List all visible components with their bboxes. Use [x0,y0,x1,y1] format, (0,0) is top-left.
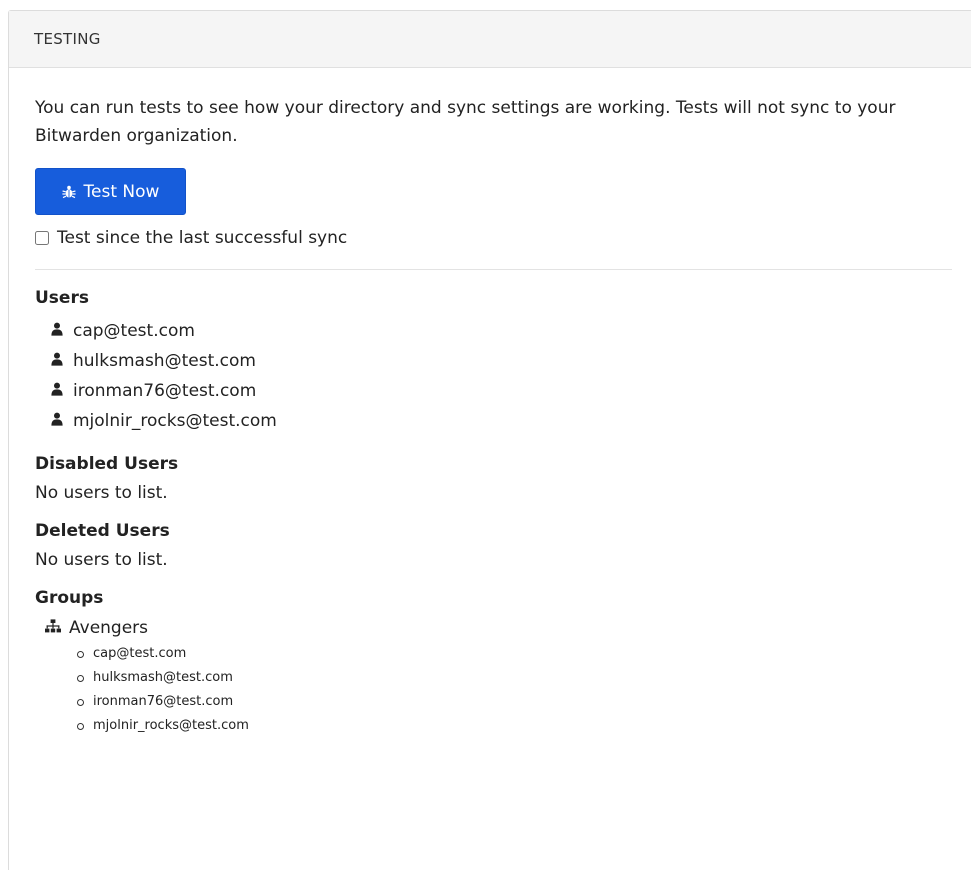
user-email: ironman76@test.com [73,381,257,401]
user-email: hulksmash@test.com [73,351,256,371]
sitemap-icon [45,618,61,638]
groups-section: Groups Avengers cap@test.com hulksmash@t… [35,588,952,738]
user-icon [51,346,63,376]
test-now-button[interactable]: Test Now [35,168,186,215]
group-member-item: hulksmash@test.com [77,666,952,690]
circle-bullet-icon [77,674,84,682]
deleted-users-section: Deleted Users No users to list. [35,521,952,570]
testing-panel: TESTING You can run tests to see how you… [8,10,971,870]
panel-title: TESTING [34,30,101,48]
users-heading: Users [35,288,89,308]
group-member-email: hulksmash@test.com [93,670,233,685]
groups-heading: Groups [35,588,104,608]
user-list-item: ironman76@test.com [51,376,952,406]
group-member-email: mjolnir_rocks@test.com [93,718,249,733]
group-member-email: ironman76@test.com [93,694,234,709]
panel-header: TESTING [9,11,971,68]
test-now-label: Test Now [83,181,160,202]
group-member-item: cap@test.com [77,642,952,666]
group-item: Avengers [45,618,952,638]
user-email: cap@test.com [73,321,195,341]
group-member-item: mjolnir_rocks@test.com [77,714,952,738]
circle-bullet-icon [77,698,84,706]
deleted-users-heading: Deleted Users [35,521,170,541]
user-icon [51,316,63,346]
group-members-list: cap@test.com hulksmash@test.com ironman7… [35,642,952,738]
deleted-users-empty: No users to list. [35,550,168,570]
user-list-item: mjolnir_rocks@test.com [51,406,952,436]
circle-bullet-icon [77,650,84,658]
group-member-item: ironman76@test.com [77,690,952,714]
since-last-sync-option[interactable]: Test since the last successful sync [35,228,952,248]
since-last-sync-label: Test since the last successful sync [57,228,348,248]
user-email: mjolnir_rocks@test.com [73,411,277,431]
disabled-users-heading: Disabled Users [35,454,179,474]
disabled-users-section: Disabled Users No users to list. [35,454,952,503]
circle-bullet-icon [77,722,84,730]
users-list: cap@test.com hulksmash@test.com ironman7… [35,316,952,436]
users-section: Users cap@test.com hulksmash@test.com ir… [35,288,952,436]
section-divider [35,269,952,270]
intro-text: You can run tests to see how your direct… [35,98,896,146]
user-list-item: cap@test.com [51,316,952,346]
group-name: Avengers [69,618,149,638]
disabled-users-empty: No users to list. [35,483,168,503]
user-icon [51,406,63,436]
group-member-email: cap@test.com [93,646,187,661]
bug-icon [61,185,76,199]
user-list-item: hulksmash@test.com [51,346,952,376]
since-last-sync-checkbox[interactable] [35,231,49,245]
panel-body: You can run tests to see how your direct… [9,68,952,738]
user-icon [51,376,63,406]
